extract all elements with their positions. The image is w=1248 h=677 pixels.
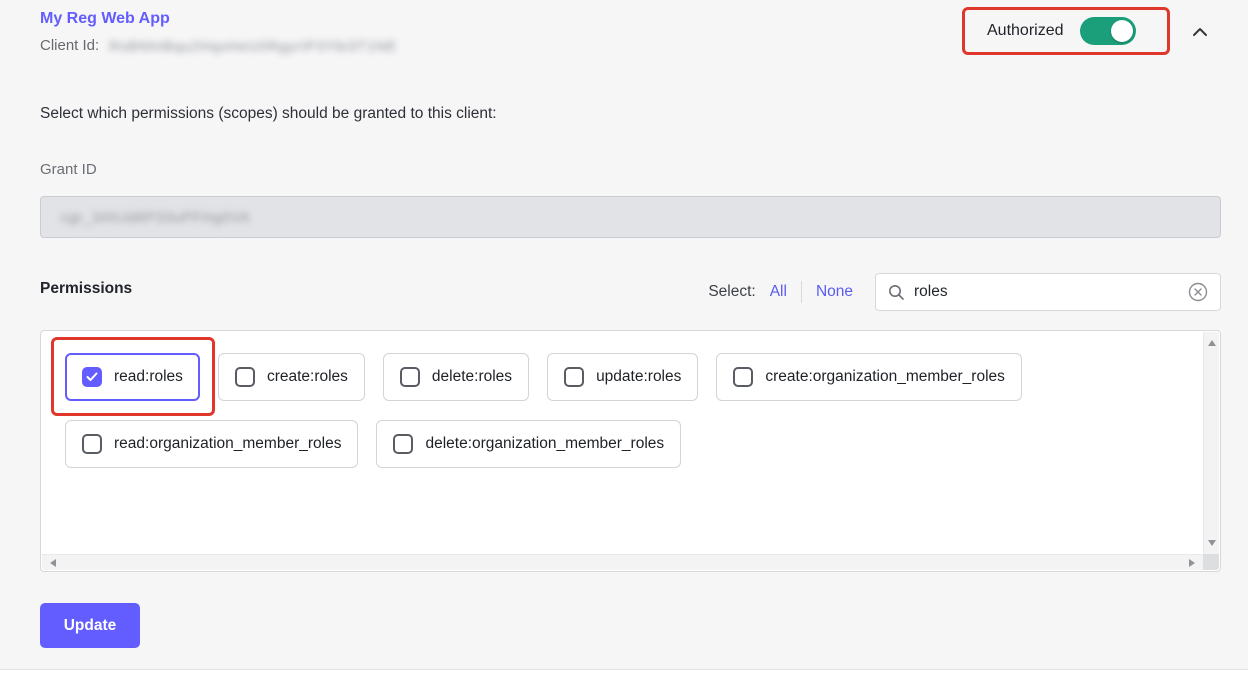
search-icon [888, 284, 905, 301]
select-cluster: Select: All None [708, 281, 853, 303]
permissions-list: read:roles create:roles delete:roles upd… [65, 353, 1180, 468]
client-id-value: RsBNhtBqu2HqxHeU0RgyrIP3Ybi3T1NE [109, 38, 397, 54]
permission-pill-read-roles[interactable]: read:roles [65, 353, 200, 401]
grant-id-label: Grant ID [40, 161, 97, 178]
checkbox-icon[interactable] [564, 367, 584, 387]
scopes-instruction: Select which permissions (scopes) should… [40, 105, 497, 123]
permission-pill-create-org-member-roles[interactable]: create:organization_member_roles [716, 353, 1022, 401]
scroll-down-icon[interactable] [1208, 540, 1216, 546]
permission-label: read:roles [114, 368, 183, 386]
checkbox-icon[interactable] [393, 434, 413, 454]
collapse-button[interactable] [1184, 16, 1216, 48]
authorized-annotation-box: Authorized [962, 7, 1170, 55]
update-button[interactable]: Update [40, 603, 140, 648]
checkbox-checked-icon[interactable] [82, 367, 102, 387]
select-divider [801, 281, 802, 303]
scroll-right-icon[interactable] [1189, 559, 1195, 567]
permissions-panel: read:roles create:roles delete:roles upd… [40, 330, 1221, 572]
checkbox-icon[interactable] [82, 434, 102, 454]
vertical-scrollbar[interactable] [1203, 332, 1219, 554]
permission-label: update:roles [596, 368, 681, 386]
authorized-label: Authorized [987, 22, 1064, 40]
toggle-knob-icon [1111, 20, 1133, 42]
permission-label: create:roles [267, 368, 348, 386]
permissions-row-2: read:organization_member_roles delete:or… [65, 420, 1180, 468]
client-id-row: Client Id: RsBNhtBqu2HqxHeU0RgyrIP3Ybi3T… [40, 37, 397, 54]
permission-pill-create-roles[interactable]: create:roles [218, 353, 365, 401]
select-all-link[interactable]: All [770, 283, 787, 301]
permissions-toolbar: Select: All None [708, 273, 1221, 311]
app-name-link[interactable]: My Reg Web App [40, 10, 170, 28]
permission-label: delete:organization_member_roles [425, 435, 664, 453]
scrollbar-corner [1203, 554, 1219, 570]
permission-pill-delete-roles[interactable]: delete:roles [383, 353, 529, 401]
scroll-left-icon[interactable] [50, 559, 56, 567]
checkbox-icon[interactable] [400, 367, 420, 387]
grant-id-value: cgr_3AhJd8P33uPFHg0VA [61, 209, 251, 225]
checkbox-icon[interactable] [733, 367, 753, 387]
permission-pill-read-org-member-roles[interactable]: read:organization_member_roles [65, 420, 358, 468]
permission-pill-update-roles[interactable]: update:roles [547, 353, 698, 401]
client-id-label: Client Id: [40, 37, 99, 54]
check-icon [86, 372, 98, 382]
clear-icon [1188, 282, 1208, 302]
authorized-toggle[interactable] [1080, 17, 1136, 45]
grant-id-field: cgr_3AhJd8P33uPFHg0VA [40, 196, 1221, 238]
permissions-search-box [875, 273, 1221, 311]
select-label: Select: [708, 283, 755, 301]
permissions-heading: Permissions [40, 280, 132, 298]
search-input[interactable] [914, 283, 1179, 301]
checkbox-icon[interactable] [235, 367, 255, 387]
chevron-up-icon [1192, 27, 1208, 37]
permission-label: delete:roles [432, 368, 512, 386]
select-none-link[interactable]: None [816, 283, 853, 301]
scroll-up-icon[interactable] [1208, 340, 1216, 346]
permission-label: read:organization_member_roles [114, 435, 341, 453]
permissions-row-1: read:roles create:roles delete:roles upd… [65, 353, 1180, 401]
clear-search-button[interactable] [1188, 282, 1208, 302]
client-grant-panel: My Reg Web App Client Id: RsBNhtBqu2HqxH… [0, 0, 1248, 670]
permission-pill-delete-org-member-roles[interactable]: delete:organization_member_roles [376, 420, 681, 468]
permission-label: create:organization_member_roles [765, 368, 1005, 386]
horizontal-scrollbar[interactable] [42, 554, 1203, 570]
